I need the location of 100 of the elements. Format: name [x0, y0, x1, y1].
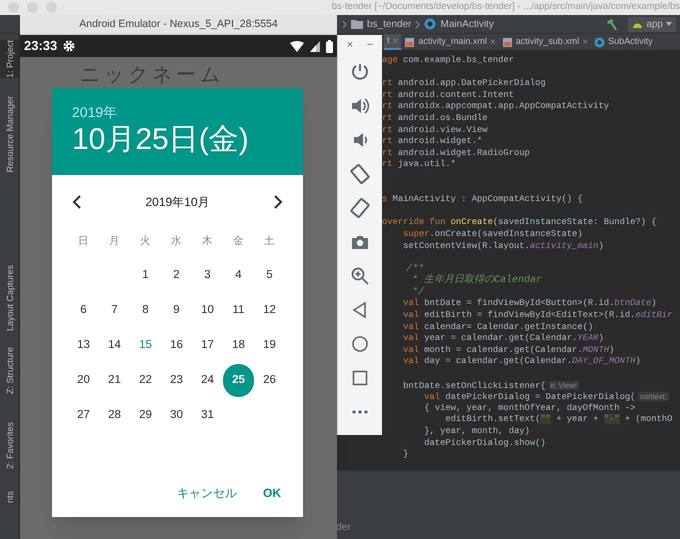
calendar-day[interactable]: 6	[68, 294, 99, 327]
home-icon[interactable]	[350, 334, 370, 354]
overview-icon[interactable]	[350, 368, 370, 388]
calendar-day[interactable]: 11	[223, 294, 254, 327]
rotate-icon[interactable]	[350, 164, 370, 184]
chevron-icon	[415, 20, 420, 28]
code-line: */	[411, 286, 424, 298]
code-line: /**	[405, 264, 424, 275]
tool-window-tab[interactable]: Layout Captures	[2, 264, 16, 331]
calendar-day[interactable]: 26	[254, 364, 285, 397]
gear-icon	[63, 40, 76, 52]
calendar-day[interactable]: 22	[130, 364, 161, 397]
code-line: { view, year, monthOfYear, dayOfMonth ->	[423, 402, 636, 414]
calendar-day[interactable]: 25	[223, 364, 254, 397]
calendar-day[interactable]: 21	[99, 364, 130, 397]
code-line: super.onCreate(savedInstanceState)	[402, 228, 583, 240]
wifi-icon	[290, 40, 304, 52]
class-icon	[594, 36, 606, 48]
ok-button[interactable]: OK	[255, 478, 289, 508]
calendar-day[interactable]: 19	[254, 329, 285, 362]
calendar-day[interactable]: 15	[130, 329, 161, 362]
weekday-label: 月	[109, 234, 120, 250]
class-icon	[424, 18, 436, 30]
calendar-day[interactable]: 3	[192, 259, 223, 292]
calendar-day[interactable]: 9	[161, 294, 192, 327]
caret-icon	[666, 22, 672, 26]
calendar-day[interactable]: 18	[223, 329, 254, 362]
calendar-day[interactable]: 8	[130, 294, 161, 327]
cancel-button[interactable]: キャンセル	[169, 478, 245, 508]
code-line: rt android.widget.*	[382, 136, 482, 148]
volume-up-icon[interactable]	[350, 96, 370, 116]
battery-icon	[326, 40, 333, 52]
weekday-label: 火	[140, 234, 151, 250]
calendar-day[interactable]: 5	[254, 259, 285, 292]
tool-window-tab[interactable]: 2: Favorites	[2, 422, 16, 469]
weekday-label: 水	[171, 234, 182, 250]
code-line: rt android.app.DatePickerDialog	[382, 78, 546, 90]
calendar-day[interactable]: 13	[68, 329, 99, 362]
code-line: val day = calendar.get(Calendar.DAY_OF_MONTH)	[402, 356, 641, 368]
minimize-button[interactable]: −	[366, 36, 374, 54]
code-line: editBirth.setText("" + year + "-" + (monthO	[444, 414, 672, 426]
code-line: val year = calendar.get(Calendar.YEAR)	[402, 333, 604, 345]
file-icon	[404, 36, 416, 48]
calendar-day[interactable]: 20	[68, 364, 99, 397]
code-line: s MainActivity : AppCompatActivity() {	[382, 194, 583, 206]
code-line: age com.example.bs_tender	[382, 55, 514, 67]
zoom-icon[interactable]	[350, 266, 370, 286]
calendar-day[interactable]: 31	[192, 399, 223, 432]
code-line: rt androidx.appcompat.app.AppCompatActivity	[382, 101, 610, 113]
weekday-label: 金	[233, 234, 244, 250]
signal-icon	[310, 40, 320, 52]
code-line: override fun onCreate(savedInstanceState: Bundle?) {	[382, 217, 657, 229]
rotate-icon[interactable]	[350, 198, 370, 218]
window-title: Android Emulator - Nexus_5_API_28:5554	[79, 16, 278, 32]
breadcrumb-item[interactable]: MainActivity	[440, 16, 494, 32]
calendar-day[interactable]: 7	[99, 294, 130, 327]
calendar-day[interactable]: 27	[68, 399, 99, 432]
calendar-day[interactable]: 14	[99, 329, 130, 362]
calendar-day[interactable]: 16	[161, 329, 192, 362]
breadcrumb-item[interactable]: bs_tender	[367, 16, 412, 32]
next-month-icon[interactable]	[273, 195, 283, 209]
editor-tab[interactable]: t ×	[384, 34, 402, 50]
weekday-label: 木	[202, 234, 213, 250]
file-icon	[502, 36, 513, 48]
code-line: val month = calendar.get(Calendar.MONTH)	[402, 344, 614, 356]
weekday-label: 日	[78, 234, 89, 250]
tool-window-tab[interactable]: Z: Structure	[2, 346, 16, 394]
tool-window-tab[interactable]: Resource Manager	[2, 96, 16, 173]
code-line: rt android.content.Intent	[382, 90, 514, 102]
previous-month-icon[interactable]	[72, 195, 82, 209]
calendar-day[interactable]: 30	[161, 399, 192, 432]
power-icon[interactable]	[350, 62, 370, 82]
tool-window-tab[interactable]: 1: Project	[0, 40, 20, 78]
status-time: 23:33	[24, 37, 58, 56]
calendar-day[interactable]: 1	[130, 259, 161, 292]
folder-icon	[351, 19, 363, 29]
tool-window-tab[interactable]: nts	[2, 490, 16, 503]
calendar-day[interactable]: 28	[99, 399, 130, 432]
chevron-icon	[342, 20, 347, 28]
code-line: val calendar= Calendar.getInstance()	[402, 322, 594, 334]
code-line: rt android.widget.RadioGroup	[382, 148, 530, 160]
hammer-icon[interactable]	[605, 18, 618, 30]
calendar-day[interactable]: 23	[161, 364, 192, 397]
code-line: rt android.os.Bundle	[382, 112, 488, 125]
code-line: rt java.util.*	[382, 159, 456, 171]
calendar-day[interactable]: 2	[161, 259, 192, 292]
calendar-day[interactable]: 29	[130, 399, 161, 432]
calendar-day[interactable]: 24	[192, 364, 223, 397]
calendar-day[interactable]: 10	[192, 294, 223, 327]
code-line: val editBirth = findViewById<EditText>(R.id.editBir	[402, 310, 672, 322]
code-line: }, year, month, day)	[423, 426, 530, 438]
calendar-day[interactable]: 17	[192, 329, 223, 362]
code-line: val bntDate = findViewById<Button>(R.id.btnDate)	[402, 298, 657, 310]
calendar-day[interactable]: 4	[223, 259, 254, 292]
calendar-day[interactable]: 12	[254, 294, 285, 327]
window-title: bs-tender [~/Documents/develop/bs-tender] - .../app/src/main/java/com/example/bs	[332, 0, 680, 14]
run-configuration-dropdown[interactable]: app	[628, 16, 676, 32]
close-button[interactable]: ×	[346, 36, 354, 54]
selected-date[interactable]: 10月25日(金)	[72, 121, 303, 159]
code-line: * 生年月日取得のCalendar	[411, 275, 542, 286]
